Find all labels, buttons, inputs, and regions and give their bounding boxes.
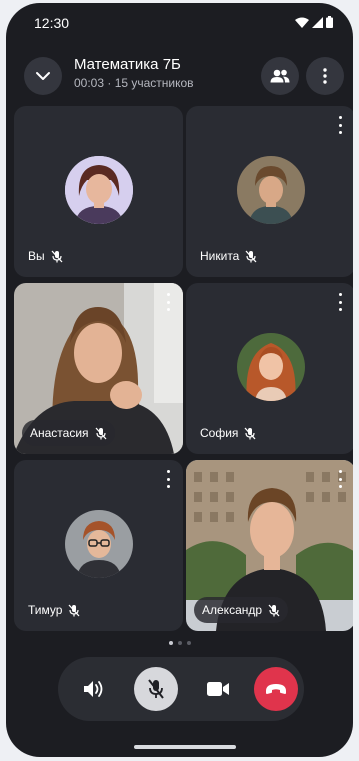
mic-off-icon [268, 604, 280, 616]
mic-off-icon [68, 604, 80, 616]
people-icon [270, 69, 290, 83]
tile-more-button[interactable] [333, 116, 347, 134]
phone-hangup-icon [266, 684, 286, 694]
avatar [64, 156, 133, 224]
more-vertical-icon [323, 68, 327, 84]
tile-more-button[interactable] [161, 470, 175, 488]
participant-tile-sofia[interactable]: София [186, 283, 353, 454]
participant-label: Тимур [28, 603, 80, 617]
participant-name: Вы [28, 249, 45, 263]
mic-off-icon [51, 250, 63, 262]
page-dot[interactable] [168, 641, 173, 645]
participant-name: София [200, 426, 239, 440]
participant-label: София [200, 426, 256, 440]
end-call-button[interactable] [254, 667, 298, 711]
avatar [236, 156, 305, 224]
avatar [64, 510, 133, 578]
status-time: 12:30 [34, 15, 70, 31]
participant-name: Тимур [28, 603, 63, 617]
participant-label: Александр [194, 597, 289, 623]
call-controls [58, 657, 304, 721]
participant-tile-alexander[interactable]: Александр [186, 460, 353, 631]
participant-label: Никита [200, 249, 257, 263]
participants-button[interactable] [261, 57, 299, 95]
status-bar: 12:30 [6, 3, 353, 43]
video-camera-icon [207, 682, 229, 696]
participant-tile-self[interactable]: Вы [14, 106, 183, 277]
tile-more-button[interactable] [333, 293, 347, 311]
participant-name: Никита [200, 249, 240, 263]
mic-off-icon [95, 427, 107, 439]
mic-off-icon [148, 679, 164, 699]
mic-off-icon [245, 250, 257, 262]
camera-toggle-button[interactable] [196, 667, 240, 711]
speaker-icon [84, 681, 103, 697]
status-icons [295, 16, 333, 28]
participant-label: Анастасия [22, 420, 115, 446]
speaker-button[interactable] [72, 667, 116, 711]
mic-off-icon [244, 427, 256, 439]
avatar [236, 333, 305, 401]
participant-tile-nikita[interactable]: Никита [186, 106, 353, 277]
tile-more-button[interactable] [161, 293, 175, 311]
page-indicator[interactable] [6, 641, 353, 645]
call-title: Математика 7Б [74, 56, 181, 73]
page-dot[interactable] [177, 641, 182, 645]
page-dot[interactable] [186, 641, 191, 645]
microphone-toggle-button[interactable] [134, 667, 178, 711]
signal-icon [312, 16, 323, 28]
more-options-button[interactable] [306, 57, 344, 95]
collapse-button[interactable] [24, 57, 62, 95]
participant-tile-timur[interactable]: Тимур [14, 460, 183, 631]
participant-name: Анастасия [30, 426, 89, 440]
participant-label: Вы [28, 249, 63, 263]
phone-screen: 12:30 Математика 7Б 00:03 · 15 участнико… [6, 3, 353, 757]
chevron-down-icon [36, 72, 50, 80]
call-subtitle: 00:03 · 15 участников [74, 76, 194, 90]
tile-more-button[interactable] [333, 470, 347, 488]
participant-name: Александр [202, 603, 263, 617]
battery-icon [326, 16, 333, 28]
home-indicator[interactable] [134, 745, 236, 749]
participant-tile-anastasia[interactable]: Анастасия [14, 283, 183, 454]
call-header: Математика 7Б 00:03 · 15 участников [6, 49, 353, 99]
wifi-icon [295, 17, 309, 28]
